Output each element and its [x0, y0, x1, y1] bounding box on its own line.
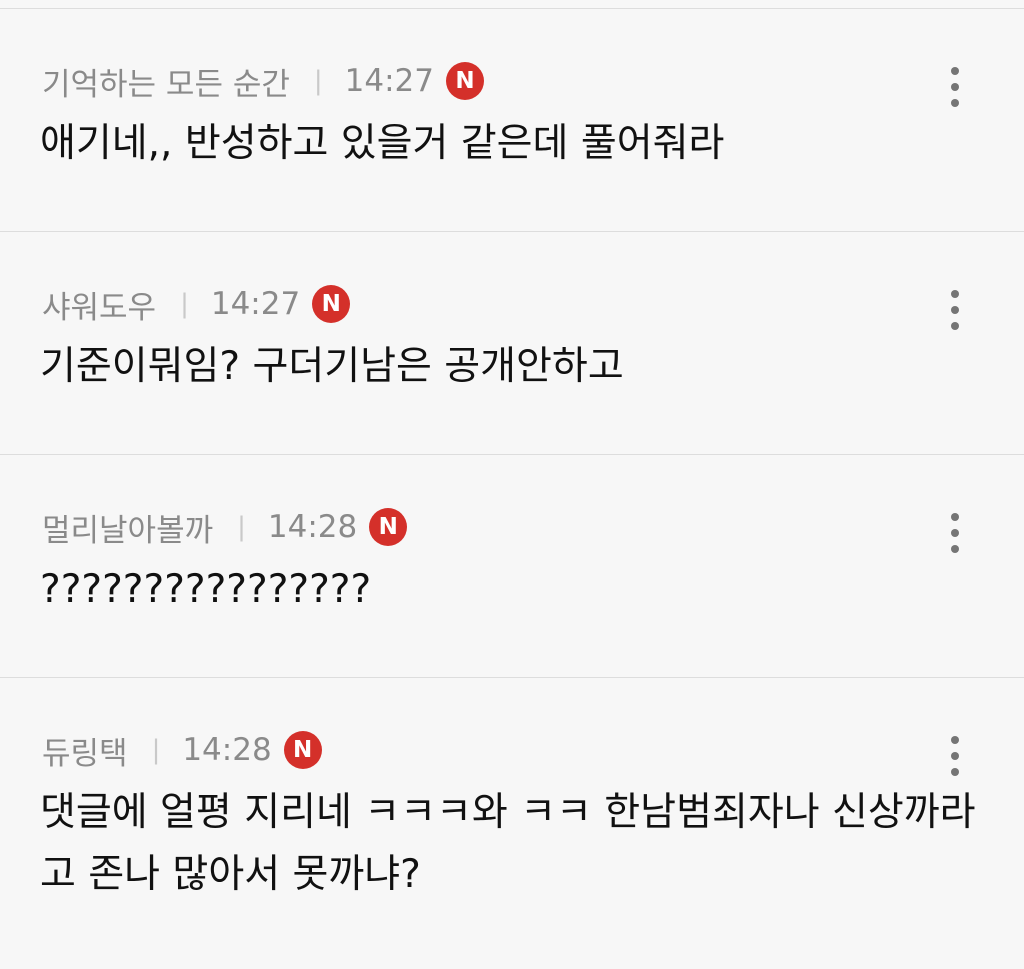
comment-time: 14:28 [267, 509, 358, 545]
comment-item: 멀리날아볼까 | 14:28 N ???????????????? [0, 455, 1024, 678]
comment-item: 기억하는 모든 순간 | 14:27 N 애기네,, 반성하고 있을거 같은데 … [0, 9, 1024, 232]
more-vertical-icon[interactable] [950, 513, 960, 553]
comment-time: 14:27 [344, 63, 434, 99]
new-badge-icon: N [445, 62, 484, 100]
comment-meta: 듀링택 | 14:28 N [42, 728, 322, 773]
comment-text: ???????????????? [40, 567, 372, 612]
comment-author[interactable]: 샤워도우 [42, 282, 156, 327]
comment-author[interactable]: 기억하는 모든 순간 [42, 59, 290, 104]
comment-time: 14:27 [210, 286, 301, 322]
meta-separator: | [313, 66, 323, 96]
comment-meta: 샤워도우 | 14:27 N [42, 282, 351, 327]
comment-text: 애기네,, 반성하고 있을거 같은데 풀어줘라 [40, 121, 725, 166]
comment-text: 댓글에 얼평 지리네 ㅋㅋㅋ와 ㅋㅋ 한남범죄자나 신상까라고 존나 많아서 못… [40, 790, 976, 897]
comment-author[interactable]: 멀리날아볼까 [42, 505, 213, 550]
comment-author[interactable]: 듀링택 [42, 728, 128, 773]
more-vertical-icon[interactable] [950, 290, 960, 330]
comment-item: 듀링택 | 14:28 N 댓글에 얼평 지리네 ㅋㅋㅋ와 ㅋㅋ 한남범죄자나 … [0, 678, 1024, 969]
comment-item: 샤워도우 | 14:27 N 기준이뭐임? 구더기남은 공개안하고 [0, 232, 1024, 455]
comment-text: 기준이뭐임? 구더기남은 공개안하고 [40, 344, 624, 389]
comment-time: 14:28 [182, 732, 272, 768]
new-badge-icon: N [369, 508, 408, 546]
meta-separator: | [180, 289, 189, 319]
comment-meta: 멀리날아볼까 | 14:28 N [42, 505, 408, 550]
top-divider [0, 0, 1024, 9]
meta-separator: | [237, 512, 246, 542]
new-badge-icon: N [283, 731, 322, 769]
meta-separator: | [151, 735, 161, 765]
new-badge-icon: N [312, 285, 351, 323]
more-vertical-icon[interactable] [950, 67, 960, 107]
comment-meta: 기억하는 모든 순간 | 14:27 N [42, 59, 484, 104]
more-vertical-icon[interactable] [950, 736, 960, 776]
